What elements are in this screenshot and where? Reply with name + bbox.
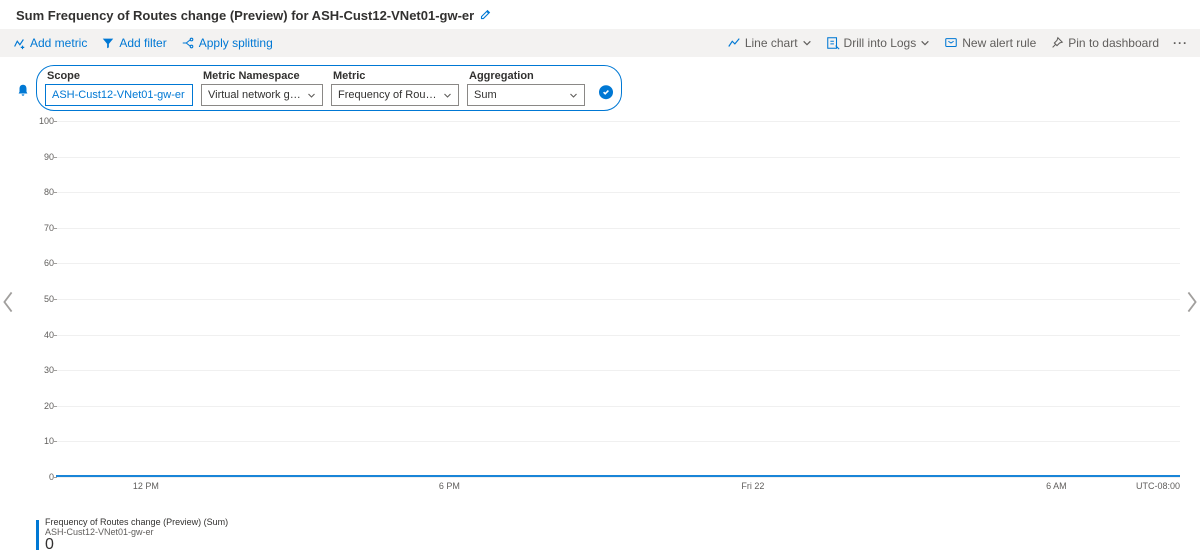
scope-value: ASH-Cust12-VNet01-gw-er (52, 89, 185, 101)
metric-definition-pill: Scope ASH-Cust12-VNet01-gw-er Metric Nam… (36, 65, 622, 111)
scope-label: Scope (45, 70, 193, 82)
y-tick-label: 50 (36, 294, 54, 304)
drill-logs-label: Drill into Logs (844, 36, 917, 50)
metric-selector-row: Scope ASH-Cust12-VNet01-gw-er Metric Nam… (0, 57, 1200, 115)
ellipsis-icon: ··· (1173, 36, 1188, 50)
chart-header: Sum Frequency of Routes change (Preview)… (0, 0, 1200, 29)
chart-canvas[interactable]: 0102030405060708090100 (56, 121, 1180, 477)
pin-dashboard-label: Pin to dashboard (1068, 36, 1159, 50)
scope-selector[interactable]: ASH-Cust12-VNet01-gw-er (45, 84, 193, 106)
alert-icon (944, 36, 958, 50)
grid-line (56, 441, 1180, 442)
legend-metric-name: Frequency of Routes change (Preview) (Su… (45, 517, 228, 527)
new-alert-button[interactable]: New alert rule (944, 36, 1036, 50)
x-axis-labels: UTC-08:00 12 PM 6 PM Fri 22 6 AM (56, 481, 1180, 495)
metric-value: Frequency of Routes ch... (338, 89, 439, 101)
chart-area: 0102030405060708090100 UTC-08:00 12 PM 6 … (36, 121, 1180, 491)
legend-swatch (36, 520, 39, 550)
more-options-button[interactable]: ··· (1173, 36, 1188, 50)
chart-legend[interactable]: Frequency of Routes change (Preview) (Su… (36, 517, 1200, 553)
grid-line (56, 121, 1180, 122)
namespace-value: Virtual network gatewa... (208, 89, 303, 101)
check-icon (602, 88, 610, 96)
y-tick-label: 30 (36, 365, 54, 375)
grid-line (56, 335, 1180, 336)
add-filter-button[interactable]: Add filter (101, 36, 166, 50)
grid-line (56, 477, 1180, 478)
y-tick-label: 0 (36, 472, 54, 482)
aggregation-selector[interactable]: Sum (467, 84, 585, 106)
pin-dashboard-button[interactable]: Pin to dashboard (1050, 36, 1159, 50)
logs-icon (826, 36, 840, 50)
grid-line (56, 157, 1180, 158)
edit-title-button[interactable] (480, 8, 492, 23)
grid-line (56, 263, 1180, 264)
chevron-down-icon (569, 91, 578, 100)
sparkle-add-icon (12, 36, 26, 50)
apply-splitting-label: Apply splitting (199, 36, 273, 50)
grid-line (56, 299, 1180, 300)
x-tick-label: Fri 22 (741, 481, 764, 491)
new-alert-label: New alert rule (962, 36, 1036, 50)
chart-type-label: Line chart (745, 36, 798, 50)
y-tick-label: 90 (36, 152, 54, 162)
confirm-metric-button[interactable] (599, 85, 613, 99)
x-tick-label: 6 PM (439, 481, 460, 491)
namespace-selector[interactable]: Virtual network gatewa... (201, 84, 323, 106)
metric-label: Metric (331, 70, 459, 82)
chevron-down-icon (307, 91, 316, 100)
nav-next-button[interactable] (1184, 290, 1200, 314)
x-tick-label: 6 AM (1046, 481, 1067, 491)
resource-bell-icon (16, 83, 30, 97)
grid-line (56, 228, 1180, 229)
aggregation-value: Sum (474, 89, 497, 101)
add-metric-button[interactable]: Add metric (12, 36, 87, 50)
y-tick-label: 20 (36, 401, 54, 411)
chart-type-selector[interactable]: Line chart (727, 36, 812, 50)
metric-selector[interactable]: Frequency of Routes ch... (331, 84, 459, 106)
add-metric-label: Add metric (30, 36, 87, 50)
grid-line (56, 192, 1180, 193)
legend-value: 0 (45, 537, 228, 553)
metrics-toolbar: Add metric Add filter Apply splitting Li… (0, 29, 1200, 57)
nav-prev-button[interactable] (0, 290, 16, 314)
pencil-icon (480, 8, 492, 20)
chevron-down-icon (920, 38, 930, 48)
y-tick-label: 100 (36, 116, 54, 126)
drill-logs-button[interactable]: Drill into Logs (826, 36, 931, 50)
apply-splitting-button[interactable]: Apply splitting (181, 36, 273, 50)
y-tick-label: 60 (36, 258, 54, 268)
line-chart-icon (727, 36, 741, 50)
grid-line (56, 406, 1180, 407)
y-tick-label: 10 (36, 436, 54, 446)
split-icon (181, 36, 195, 50)
x-tick-label: 12 PM (133, 481, 159, 491)
funnel-icon (101, 36, 115, 50)
aggregation-label: Aggregation (467, 70, 585, 82)
namespace-label: Metric Namespace (201, 70, 323, 82)
timezone-label: UTC-08:00 (1136, 481, 1180, 491)
y-tick-label: 40 (36, 330, 54, 340)
legend-resource-name: ASH-Cust12-VNet01-gw-er (45, 527, 228, 537)
pin-icon (1050, 36, 1064, 50)
chevron-down-icon (443, 91, 452, 100)
add-filter-label: Add filter (119, 36, 166, 50)
chevron-down-icon (802, 38, 812, 48)
page-title: Sum Frequency of Routes change (Preview)… (16, 8, 474, 23)
grid-line (56, 370, 1180, 371)
y-tick-label: 80 (36, 187, 54, 197)
y-tick-label: 70 (36, 223, 54, 233)
